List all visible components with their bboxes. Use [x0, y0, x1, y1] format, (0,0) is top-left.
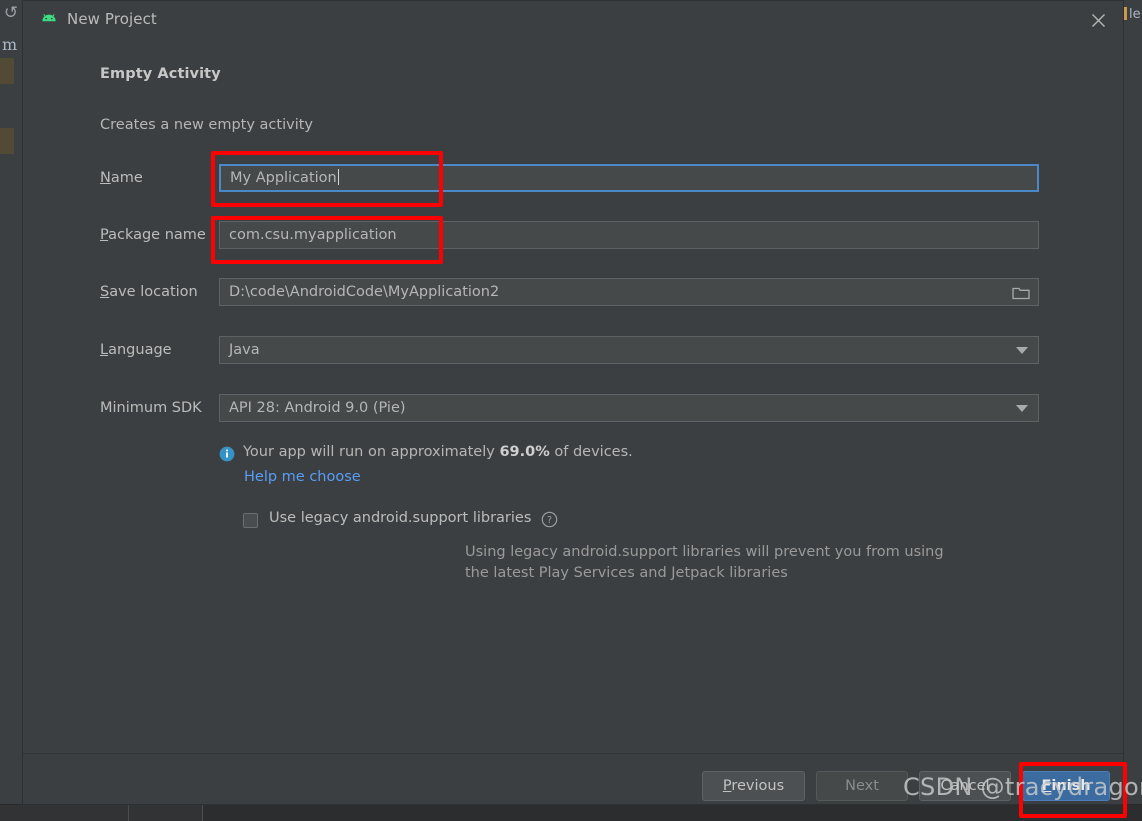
svg-text:?: ? — [547, 515, 552, 526]
dialog-title: New Project — [67, 10, 157, 28]
android-robot-icon — [39, 10, 59, 30]
page-subtitle: Creates a new empty activity — [100, 117, 313, 133]
text-caret — [337, 169, 339, 185]
legacy-desc-line-1: Using legacy android.support libraries w… — [465, 544, 944, 560]
previous-button[interactable]: Previous — [702, 771, 805, 801]
chevron-down-icon — [1016, 347, 1028, 354]
ide-status-bar-right — [202, 805, 1142, 821]
new-project-dialog: New Project Empty Activity Creates a new… — [22, 0, 1124, 805]
ide-gutter-highlight — [0, 128, 14, 154]
ide-right-tab-label: le — [1124, 6, 1142, 24]
legacy-libraries-description: Using legacy android.support libraries w… — [465, 542, 985, 584]
legacy-libraries-label[interactable]: Use legacy android.support libraries — [269, 510, 531, 526]
save-location-label: Save location — [100, 284, 198, 300]
package-name-label: Package name — [100, 227, 206, 243]
help-me-choose-link[interactable]: Help me choose — [244, 469, 361, 485]
footer-divider — [23, 753, 1123, 754]
chevron-down-icon — [1016, 405, 1028, 412]
device-coverage-text: Your app will run on approximately 69.0%… — [243, 444, 633, 460]
ide-left-gutter: ↺ m — [0, 0, 23, 805]
legacy-desc-line-2: the latest Play Services and Jetpack lib… — [465, 565, 788, 581]
language-dropdown[interactable]: Java — [219, 336, 1039, 364]
minimum-sdk-label: Minimum SDK — [100, 400, 202, 416]
ide-gutter-highlight — [0, 58, 14, 84]
ide-status-divider — [202, 805, 203, 821]
folder-icon[interactable] — [1012, 284, 1030, 305]
minimum-sdk-dropdown[interactable]: API 28: Android 9.0 (Pie) — [219, 394, 1039, 422]
screen: ↺ m le New Project Empty Activity Create… — [0, 0, 1142, 821]
ide-status-divider — [128, 805, 129, 821]
ide-gutter-text: m — [2, 35, 18, 54]
dialog-titlebar: New Project — [23, 1, 1123, 39]
legacy-libraries-checkbox[interactable] — [243, 513, 258, 528]
save-location-input[interactable]: D:\code\AndroidCode\MyApplication2 — [219, 278, 1039, 306]
question-mark-icon[interactable]: ? — [541, 511, 558, 532]
next-button: Next — [816, 771, 908, 801]
page-title: Empty Activity — [100, 66, 221, 82]
name-label: Name — [100, 170, 143, 186]
ide-right-gutter: le — [1124, 0, 1142, 821]
info-icon — [219, 446, 235, 462]
name-input[interactable]: My Application — [219, 164, 1039, 192]
language-label: Language — [100, 342, 172, 358]
ide-gutter-glyph-icon: ↺ — [3, 3, 19, 23]
close-icon — [1091, 14, 1105, 27]
watermark: CSDN @tracydragonlxy — [903, 773, 1142, 801]
package-name-input[interactable]: com.csu.myapplication — [219, 221, 1039, 249]
close-button[interactable] — [1083, 6, 1113, 34]
